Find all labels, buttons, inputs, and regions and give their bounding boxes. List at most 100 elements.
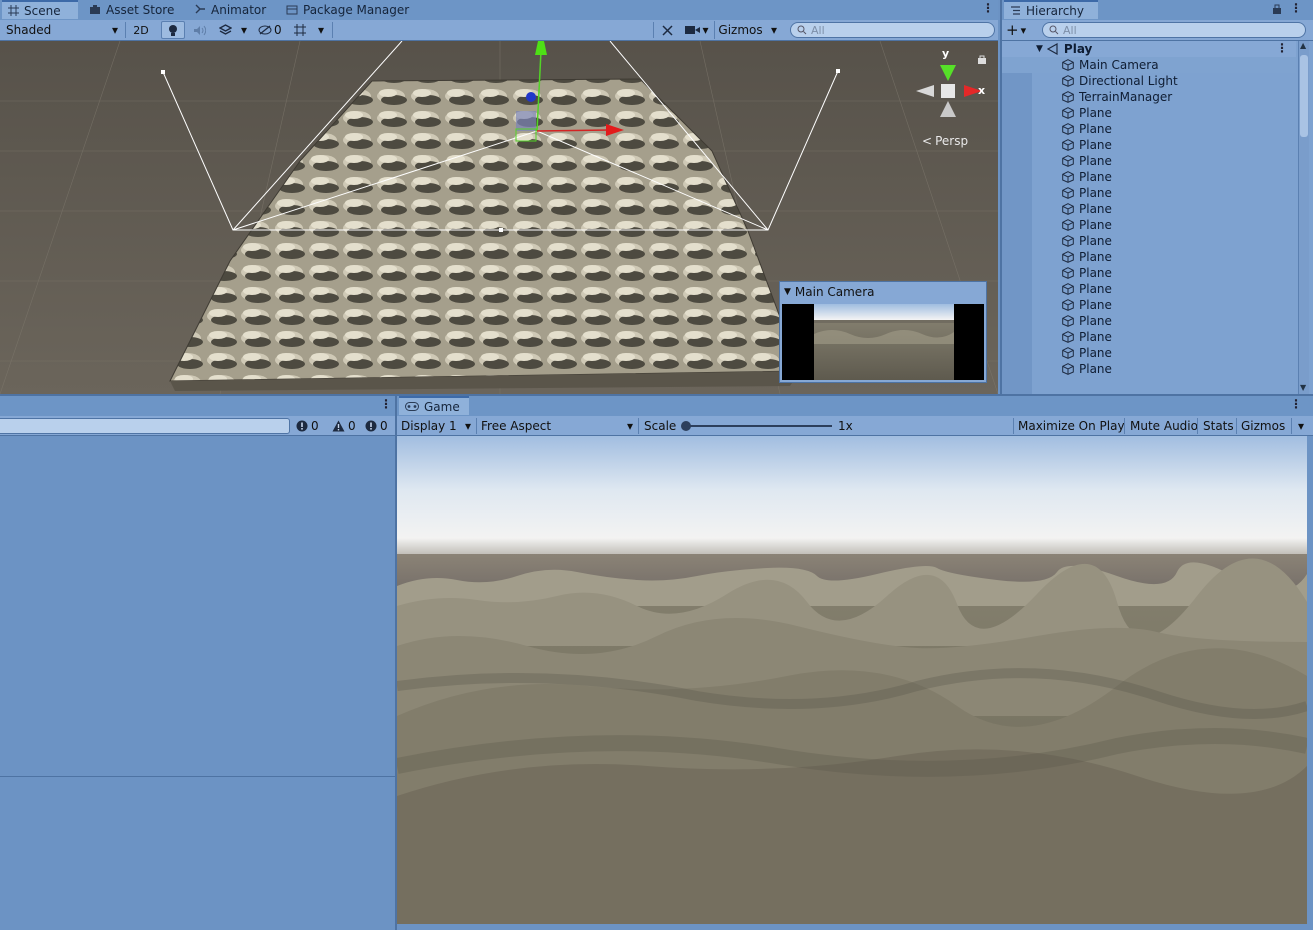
toggle-2d-button[interactable]: 2D: [129, 21, 153, 39]
scene-search-input[interactable]: All: [790, 22, 995, 38]
hidden-objects-toggle[interactable]: 0: [258, 21, 286, 39]
chevron-down-icon: ▾: [771, 23, 777, 37]
tab-scene[interactable]: Scene: [2, 0, 78, 19]
scroll-up-icon[interactable]: ▲: [1300, 41, 1306, 50]
log-toggle[interactable]: 0: [296, 417, 319, 435]
scene-row-menu-icon[interactable]: ⋮: [1276, 41, 1288, 55]
error-toggle[interactable]: 0: [365, 417, 388, 435]
hierarchy-item[interactable]: Directional Light: [1002, 73, 1296, 89]
hierarchy-item-label: Plane: [1079, 250, 1112, 264]
grid-dropdown[interactable]: ▾: [314, 21, 328, 39]
hierarchy-item[interactable]: Plane: [1002, 249, 1296, 265]
tab-package-manager-label: Package Manager: [303, 3, 409, 17]
hierarchy-item[interactable]: Plane: [1002, 121, 1296, 137]
effects-dropdown[interactable]: ▾: [238, 21, 250, 39]
store-icon: [89, 4, 101, 15]
gameobject-cube-icon: [1062, 347, 1074, 359]
console-split-divider[interactable]: [0, 776, 395, 777]
scrollbar-thumb[interactable]: [1300, 55, 1308, 137]
maximize-on-play-toggle[interactable]: Maximize On Play: [1018, 417, 1125, 435]
game-viewport[interactable]: [397, 436, 1307, 924]
scale-slider[interactable]: [683, 425, 832, 427]
aspect-dropdown[interactable]: Free Aspect ▾: [477, 417, 637, 435]
tab-asset-store[interactable]: Asset Store: [83, 0, 180, 19]
lock-icon[interactable]: [1272, 3, 1282, 18]
gameobject-cube-icon: [1062, 219, 1074, 231]
hierarchy-item[interactable]: Plane: [1002, 217, 1296, 233]
display-dropdown[interactable]: Display 1 ▾: [397, 417, 475, 435]
hierarchy-item[interactable]: Plane: [1002, 137, 1296, 153]
expand-triangle-icon[interactable]: ▼: [1036, 44, 1043, 54]
hierarchy-item[interactable]: Plane: [1002, 265, 1296, 281]
hierarchy-item[interactable]: Plane: [1002, 201, 1296, 217]
gameobject-cube-icon: [1062, 363, 1074, 375]
scale-slider-thumb[interactable]: [681, 421, 691, 431]
dropdown-arrow-icon: ▾: [112, 23, 118, 37]
hierarchy-item-label: Plane: [1079, 122, 1112, 136]
hierarchy-item[interactable]: Plane: [1002, 153, 1296, 169]
tools-button[interactable]: [656, 21, 678, 39]
hierarchy-item[interactable]: Plane: [1002, 297, 1296, 313]
collapse-triangle-icon[interactable]: ▼: [784, 287, 791, 297]
hierarchy-menu-icon[interactable]: ⋮: [1290, 1, 1302, 15]
hierarchy-item[interactable]: Plane: [1002, 233, 1296, 249]
log-count: 0: [311, 419, 319, 433]
tab-game-label: Game: [424, 400, 460, 414]
hierarchy-item[interactable]: Plane: [1002, 345, 1296, 361]
create-button[interactable]: + ▾: [1006, 21, 1034, 39]
gameobject-cube-icon: [1062, 123, 1074, 135]
console-menu-icon[interactable]: ⋮: [380, 397, 392, 411]
scale-value: 1x: [838, 417, 853, 435]
mute-audio-toggle[interactable]: Mute Audio: [1130, 417, 1198, 435]
console-search-input[interactable]: [0, 418, 290, 434]
gizmos-button[interactable]: Gizmos: [714, 21, 766, 39]
stats-toggle[interactable]: Stats: [1203, 417, 1234, 435]
game-gizmos-dropdown[interactable]: ▾: [1294, 417, 1308, 435]
grid-toggle[interactable]: [291, 21, 309, 39]
projection-toggle[interactable]: < Persp: [922, 134, 968, 148]
display-label: Display 1: [401, 419, 457, 433]
gameobject-cube-icon: [1062, 91, 1074, 103]
lighting-toggle[interactable]: [161, 21, 185, 39]
scale-label: Scale: [644, 417, 676, 435]
audio-toggle[interactable]: [188, 21, 210, 39]
tab-animator[interactable]: Animator: [189, 0, 272, 19]
camera-settings-button[interactable]: ▾: [682, 21, 712, 39]
hierarchy-item[interactable]: Plane: [1002, 281, 1296, 297]
hidden-count: 0: [274, 23, 282, 37]
hierarchy-search-input[interactable]: All: [1042, 22, 1306, 38]
tab-hierarchy[interactable]: Hierarchy: [1004, 0, 1098, 19]
scroll-down-icon[interactable]: ▼: [1300, 383, 1306, 392]
chevron-down-icon: ▾: [702, 23, 708, 37]
hierarchy-item[interactable]: TerrainManager: [1002, 89, 1296, 105]
hierarchy-item-label: Plane: [1079, 106, 1112, 120]
hierarchy-item[interactable]: Plane: [1002, 105, 1296, 121]
scene-viewport[interactable]: y x < Persp ▼ Main Camera: [0, 41, 998, 394]
hierarchy-item[interactable]: Plane: [1002, 329, 1296, 345]
effects-toggle[interactable]: [214, 21, 236, 39]
scene-row[interactable]: ▼ Play ⋮: [1002, 41, 1296, 57]
game-menu-icon[interactable]: ⋮: [1290, 397, 1302, 411]
scene-lock-icon[interactable]: [977, 53, 987, 63]
hierarchy-item[interactable]: Plane: [1002, 169, 1296, 185]
game-gizmos-toggle[interactable]: Gizmos: [1241, 417, 1285, 435]
hierarchy-item[interactable]: Plane: [1002, 361, 1296, 377]
hierarchy-item[interactable]: Plane: [1002, 185, 1296, 201]
hierarchy-item[interactable]: Plane: [1002, 313, 1296, 329]
gizmos-dropdown[interactable]: ▾: [767, 21, 781, 39]
tab-game[interactable]: Game: [399, 396, 469, 415]
hierarchy-item-label: Plane: [1079, 234, 1112, 248]
hierarchy-scrollbar[interactable]: ▲ ▼: [1298, 41, 1309, 394]
scene-name: Play: [1064, 42, 1092, 56]
warning-toggle[interactable]: 0: [332, 417, 356, 435]
gameobject-cube-icon: [1062, 235, 1074, 247]
console-tab-bar: ⋮: [0, 396, 395, 416]
chevron-down-icon: ▾: [1298, 419, 1304, 433]
scene-menu-icon[interactable]: ⋮: [982, 1, 994, 15]
hierarchy-item[interactable]: Main Camera: [1002, 57, 1296, 73]
tab-package-manager[interactable]: Package Manager: [280, 0, 415, 19]
game-tab-bar: Game ⋮: [397, 396, 1313, 416]
shading-dropdown[interactable]: Shaded ▾: [2, 21, 122, 39]
hierarchy-icon: [1010, 5, 1021, 16]
error-count: 0: [380, 419, 388, 433]
